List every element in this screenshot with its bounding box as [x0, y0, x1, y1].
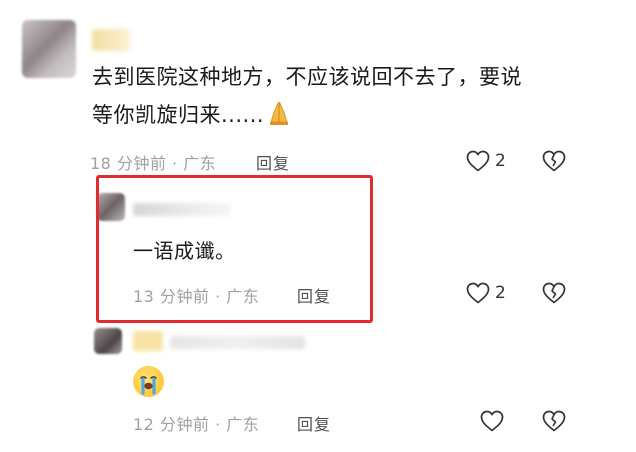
meta-separator: ·: [172, 154, 178, 173]
reply-avatar[interactable]: [94, 328, 122, 354]
username-blurred[interactable]: [92, 29, 130, 51]
dislike-broken-heart-icon[interactable]: [542, 410, 566, 432]
comment-text: 去到医院这种地方，不应该说回不去了，要说 等你凯旋归来......: [92, 58, 612, 134]
dislike-broken-heart-icon[interactable]: [542, 150, 566, 172]
meta-separator: ·: [215, 415, 221, 434]
avatar[interactable]: [22, 20, 76, 78]
crying-face-icon: [133, 366, 164, 397]
reply-location: 广东: [226, 415, 260, 434]
comment-text-line-2: 等你凯旋归来......: [92, 96, 612, 134]
comment-location: 广东: [183, 154, 217, 173]
reply-button[interactable]: 回复: [256, 150, 290, 174]
like-count: 2: [495, 283, 506, 303]
like-heart-icon[interactable]: [480, 410, 504, 432]
reply-username-blurred[interactable]: [133, 331, 163, 351]
comment-meta: 18 分钟前 · 广东: [90, 150, 216, 174]
highlight-annotation-box: [96, 175, 373, 323]
dislike-broken-heart-icon[interactable]: [542, 282, 566, 304]
reply-meta: 12 分钟前 · 广东: [133, 411, 259, 435]
reply-time: 12 分钟前: [133, 415, 210, 434]
like-count: 2: [495, 151, 506, 171]
reply-button[interactable]: 回复: [297, 411, 331, 435]
comment-text-line-1: 去到医院这种地方，不应该说回不去了，要说: [92, 65, 522, 89]
like-heart-icon[interactable]: [466, 150, 490, 172]
pray-hands-icon: [266, 100, 292, 126]
reply-username-blurred[interactable]: [170, 336, 305, 349]
comment-time: 18 分钟前: [90, 154, 167, 173]
like-heart-icon[interactable]: [466, 282, 490, 304]
